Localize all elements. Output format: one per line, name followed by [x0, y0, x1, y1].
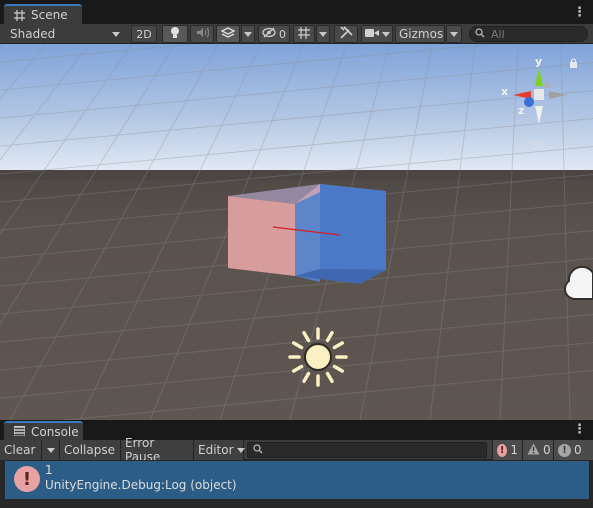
chevron-down-icon	[381, 31, 390, 37]
clear-label: Clear	[4, 443, 36, 457]
chevron-down-icon	[236, 447, 245, 453]
error-count: 1	[510, 443, 518, 457]
gizmos-button[interactable]: Gizmos	[395, 25, 445, 43]
collapse-label: Collapse	[64, 443, 115, 457]
grid-toggle-button[interactable]	[293, 25, 315, 43]
tools-button[interactable]	[334, 25, 358, 43]
chevron-down-icon	[112, 31, 120, 37]
cube-object[interactable]	[228, 184, 386, 284]
chevron-down-icon	[46, 447, 55, 453]
effects-dropdown[interactable]	[241, 25, 255, 43]
gizmos-dropdown[interactable]	[446, 25, 462, 43]
console-icon	[13, 425, 26, 439]
scene-search-placeholder: All	[491, 27, 505, 41]
axis-x-label: x	[501, 85, 509, 98]
camera-icon	[364, 28, 379, 41]
grid-dropdown[interactable]	[316, 25, 330, 43]
scene-menu-icon[interactable]: ⋮	[573, 6, 586, 20]
wrench-icon	[339, 26, 353, 42]
console-log-list[interactable]: ! 1 UnityEngine.Debug:Log (object)	[0, 460, 593, 508]
tab-scene-label: Scene	[31, 8, 68, 22]
axis-y-label: y	[535, 55, 543, 68]
search-icon	[253, 443, 263, 457]
camera-dropdown[interactable]	[361, 25, 393, 43]
info-count: 0	[574, 443, 582, 457]
info-icon: !	[558, 443, 571, 457]
draw-mode-dropdown[interactable]: Shaded	[4, 25, 126, 43]
clear-options-dropdown[interactable]	[42, 440, 60, 460]
scene-search-field[interactable]: All	[469, 26, 588, 42]
log-entry-stacktrace: UnityEngine.Debug:Log (object)	[45, 478, 237, 492]
hidden-objects-toggle[interactable]: 0	[258, 25, 290, 43]
audio-toggle-button[interactable]	[190, 25, 214, 43]
error-icon: !	[497, 443, 508, 457]
editor-label: Editor	[198, 443, 234, 457]
console-tab-bar: Console ⋮	[0, 420, 593, 440]
console-toolbar: Clear Collapse Error Pause Editor ! 1 0 …	[0, 436, 593, 464]
chevron-down-icon	[450, 31, 458, 37]
lightbulb-icon	[169, 26, 181, 42]
projection-label[interactable]: Iso	[531, 140, 545, 151]
tab-console[interactable]: Console	[4, 421, 83, 440]
eye-slash-icon	[262, 27, 276, 41]
warning-icon	[527, 443, 540, 458]
gizmos-label: Gizmos	[399, 27, 444, 41]
chevron-down-icon	[244, 31, 252, 37]
warning-count: 0	[543, 443, 551, 457]
search-icon	[475, 27, 485, 41]
error-icon: !	[14, 466, 40, 492]
tab-console-label: Console	[31, 424, 79, 439]
scene-tab-bar: Scene ⋮	[0, 0, 593, 24]
clear-button[interactable]: Clear	[0, 440, 42, 460]
console-menu-icon[interactable]: ⋮	[573, 423, 586, 437]
log-entry-text: 1 UnityEngine.Debug:Log (object)	[45, 463, 237, 493]
log-entry[interactable]: ! 1 UnityEngine.Debug:Log (object)	[5, 461, 589, 499]
chevron-down-icon	[319, 31, 327, 37]
console-search-input[interactable]	[247, 442, 487, 458]
hidden-count: 0	[279, 27, 286, 41]
2d-toggle-button[interactable]: 2D	[131, 25, 157, 43]
axis-z-label: z	[518, 104, 525, 117]
grid-icon	[14, 9, 25, 21]
layers-icon	[220, 26, 236, 42]
orientation-gizmo[interactable]: y x z Iso	[499, 55, 575, 151]
grid-snap-icon	[298, 26, 310, 42]
2d-label: 2D	[136, 27, 152, 41]
speaker-icon	[196, 27, 209, 41]
errors-filter-toggle[interactable]: ! 1	[492, 440, 523, 460]
scene-toolbar: Shaded 2D 0 Gizmos All	[0, 24, 593, 44]
error-pause-toggle[interactable]: Error Pause	[121, 436, 194, 464]
draw-mode-label: Shaded	[10, 27, 56, 41]
warnings-filter-toggle[interactable]: 0	[523, 440, 554, 460]
lock-icon[interactable]	[569, 57, 578, 71]
tab-scene[interactable]: Scene	[4, 4, 82, 24]
effects-toggle-button[interactable]	[216, 25, 240, 43]
info-filter-toggle[interactable]: ! 0	[554, 440, 593, 460]
log-entry-message: 1	[45, 463, 53, 477]
lighting-toggle-button[interactable]	[162, 25, 188, 43]
collapse-toggle[interactable]: Collapse	[60, 440, 121, 460]
scene-viewport[interactable]: y x z Iso	[0, 44, 593, 420]
editor-target-dropdown[interactable]: Editor	[194, 440, 245, 460]
